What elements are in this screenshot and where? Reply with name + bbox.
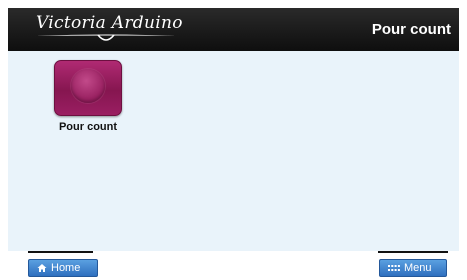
app-label: Pour count <box>58 121 118 133</box>
footer-bar: Home Menu <box>8 251 459 279</box>
pour-count-app-icon[interactable] <box>54 60 122 116</box>
circle-icon <box>71 69 105 103</box>
header-bar: Victoria Arduino Pour count <box>8 8 459 51</box>
logo-text: Victoria Arduino <box>36 13 183 33</box>
page-title: Pour count <box>371 21 451 38</box>
grid-dots-icon <box>388 265 400 271</box>
logo-swoosh-icon <box>36 34 176 41</box>
footer-divider-left <box>28 251 93 253</box>
home-button[interactable]: Home <box>28 259 98 277</box>
menu-button-label: Menu <box>404 262 432 274</box>
app-window: Victoria Arduino Pour count Pour count H… <box>8 8 459 279</box>
home-button-label: Home <box>51 262 81 274</box>
home-icon <box>37 264 47 272</box>
victoria-arduino-logo: Victoria Arduino <box>36 12 182 46</box>
main-content: Pour count <box>8 51 459 251</box>
pour-count-app[interactable]: Pour count <box>50 60 126 146</box>
menu-button[interactable]: Menu <box>379 259 447 277</box>
footer-divider-right <box>378 251 448 253</box>
